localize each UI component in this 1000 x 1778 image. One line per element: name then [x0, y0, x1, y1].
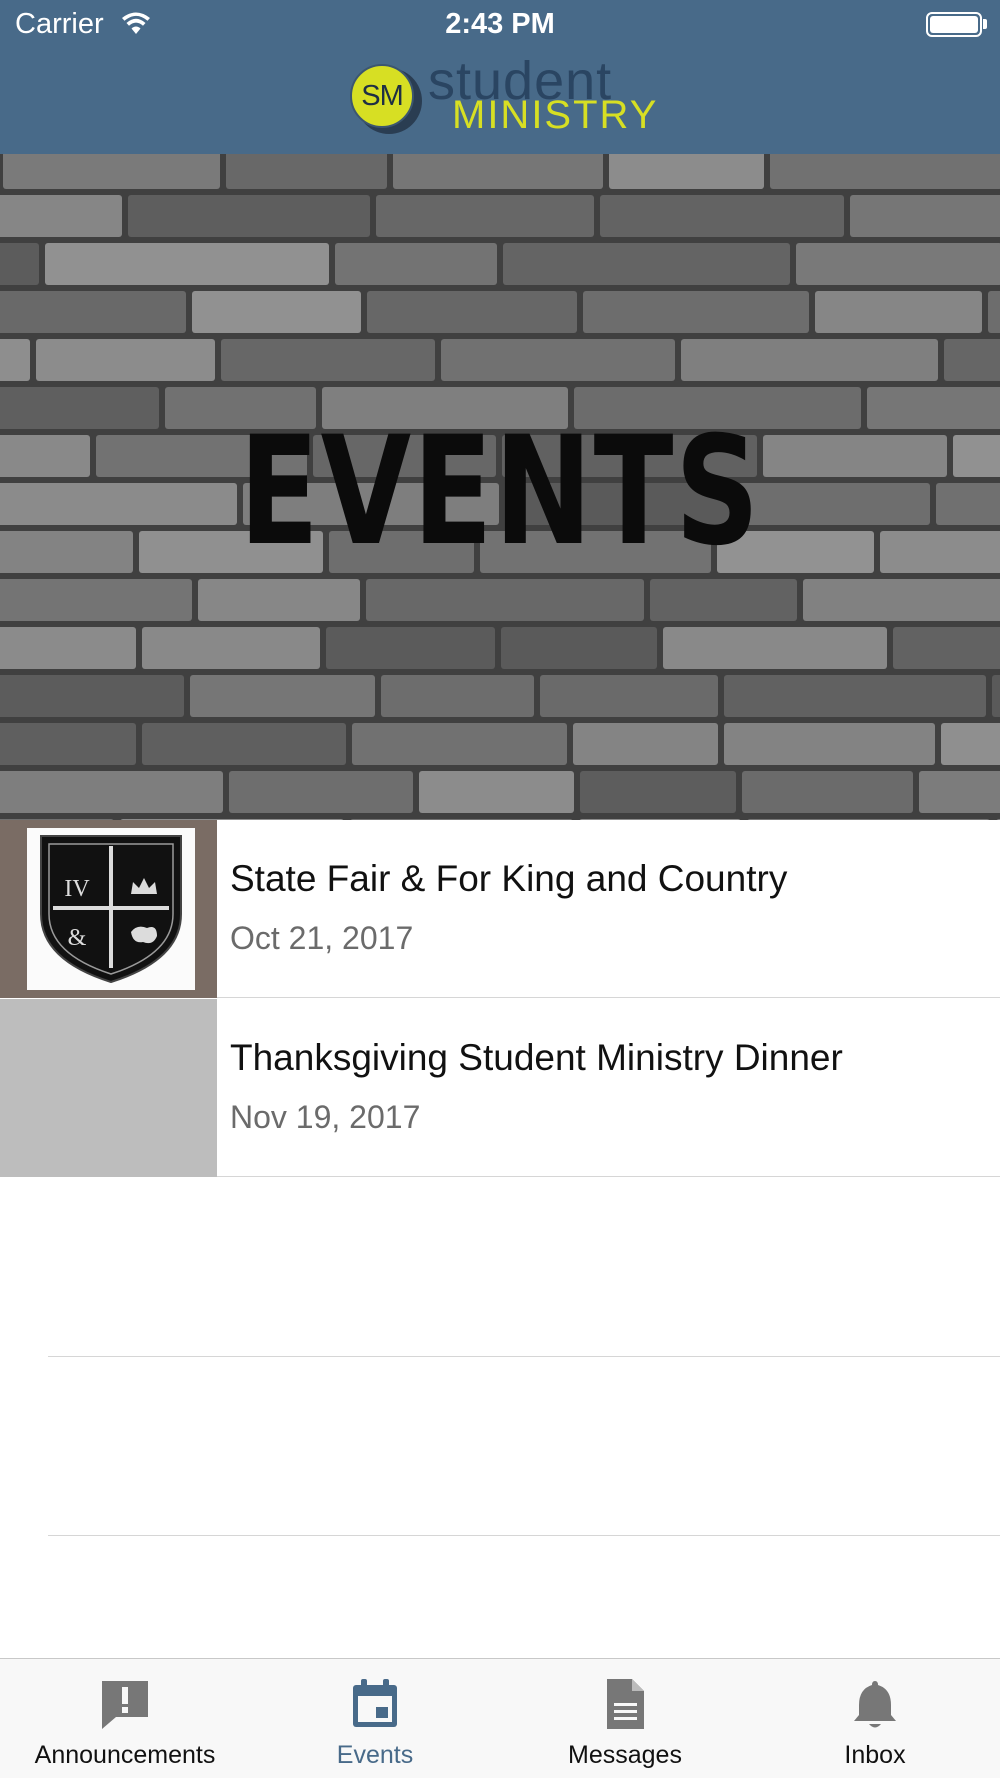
tab-messages[interactable]: Messages	[500, 1659, 750, 1778]
event-thumbnail-art: IV &	[27, 828, 195, 990]
tab-label: Messages	[568, 1741, 682, 1769]
battery-icon	[926, 12, 982, 37]
document-icon	[607, 1679, 644, 1729]
event-title: State Fair & For King and Country	[230, 858, 788, 899]
bell-icon	[854, 1681, 896, 1728]
event-thumbnail: IV &	[0, 820, 217, 998]
status-bar: Carrier 2:43 PM	[0, 0, 1000, 50]
list-separator	[48, 1356, 1000, 1357]
tab-label: Inbox	[844, 1741, 906, 1769]
calendar-icon	[353, 1679, 397, 1727]
events-hero-banner: EVENTS	[0, 154, 1000, 820]
student-ministry-logo: SM student MINISTRY	[350, 54, 670, 140]
svg-text:IV: IV	[64, 876, 90, 902]
event-date: Nov 19, 2017	[230, 1099, 421, 1135]
event-thumbnail-placeholder	[0, 999, 217, 1177]
tab-inbox[interactable]: Inbox	[750, 1659, 1000, 1778]
event-date: Oct 21, 2017	[230, 920, 414, 956]
list-separator	[48, 1535, 1000, 1536]
crest-icon: IV &	[40, 835, 182, 984]
app-header: Carrier 2:43 PM SM student MINISTRY	[0, 0, 1000, 154]
event-title: Thanksgiving Student Ministry Dinner	[230, 1037, 843, 1078]
event-row-thanksgiving[interactable]: Thanksgiving Student Ministry Dinner Nov…	[0, 999, 1000, 1177]
tab-bar: Announcements Events Messages Inbox	[0, 1658, 1000, 1778]
tab-announcements[interactable]: Announcements	[0, 1659, 250, 1778]
svg-text:&: &	[68, 925, 87, 951]
hero-title: EVENTS	[239, 405, 761, 579]
battery-tip	[983, 19, 987, 29]
tab-label: Announcements	[34, 1741, 216, 1769]
exclamation-bubble-icon	[102, 1681, 148, 1729]
logo-badge: SM	[350, 64, 414, 128]
tab-events[interactable]: Events	[250, 1659, 500, 1778]
event-row-state-fair[interactable]: IV & State Fair & For King and Country O…	[0, 820, 1000, 998]
status-time: 2:43 PM	[445, 8, 555, 40]
tab-label: Events	[336, 1741, 414, 1769]
logo-word-ministry: MINISTRY	[452, 93, 659, 137]
